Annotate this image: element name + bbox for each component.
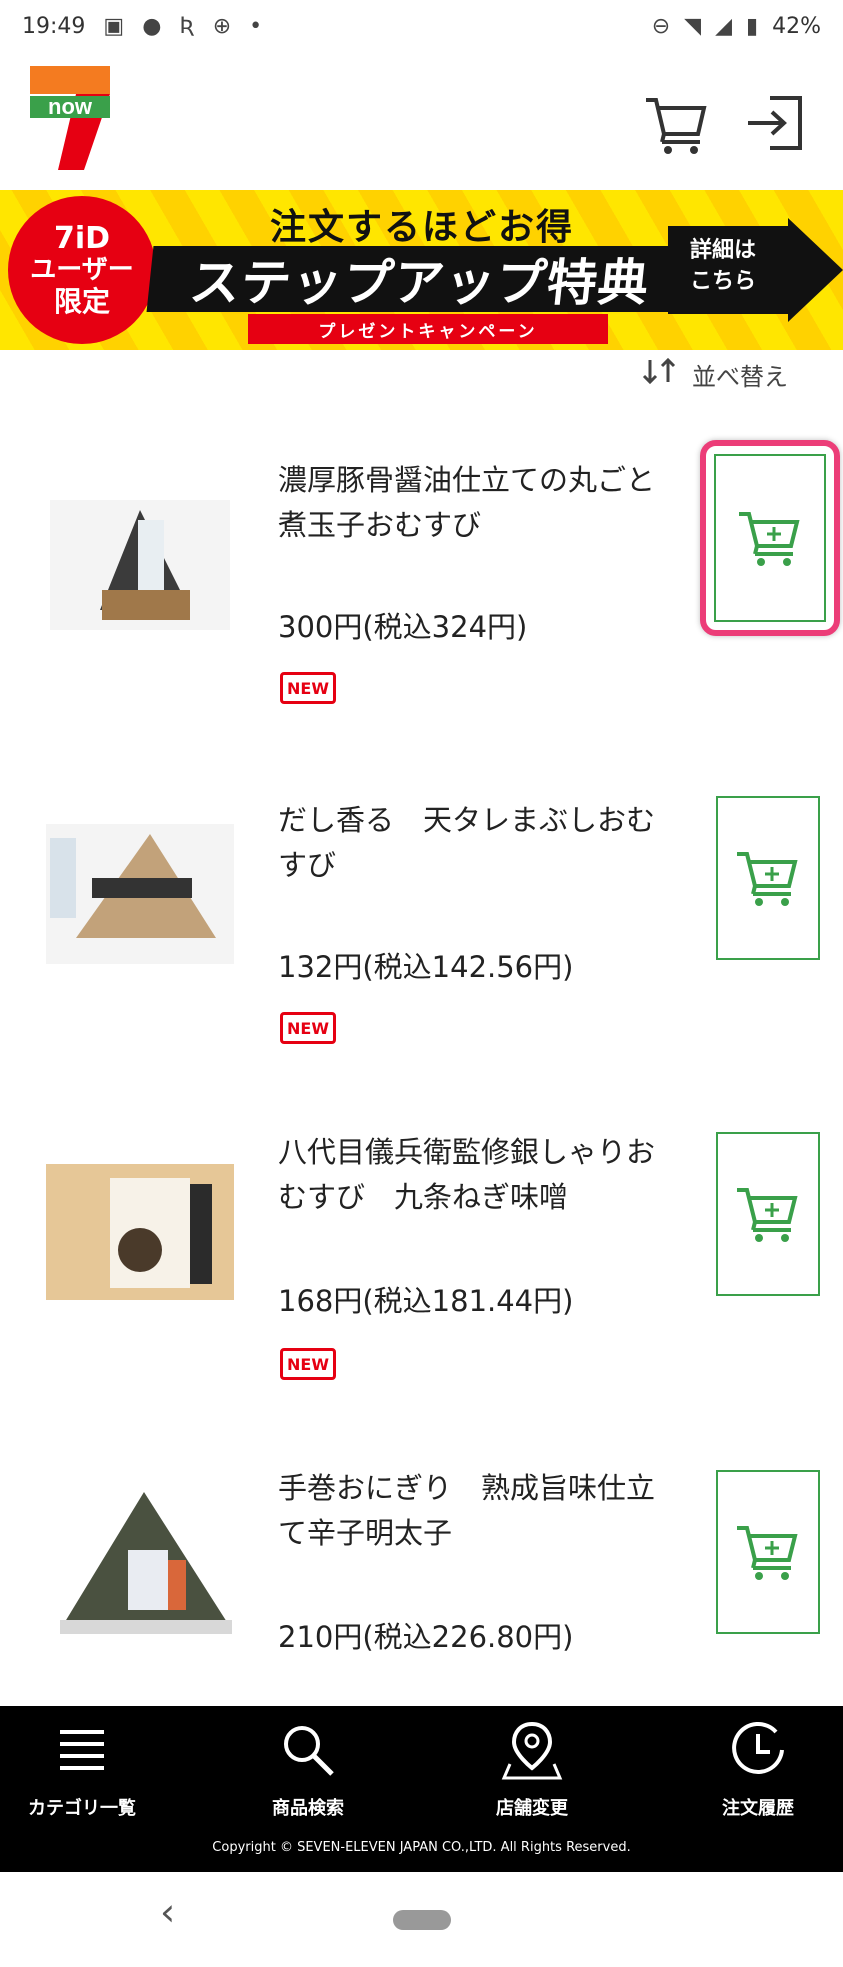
product-price: 168円(税込181.44円) — [278, 1284, 574, 1318]
status-left: 19:49 ▣ ● Ʀ ⊕ • — [22, 14, 262, 39]
sort-label: 並べ替え — [692, 362, 788, 391]
product-name: 八代目儀兵衛監修銀しゃりおむすび 九条ねぎ味噌 — [278, 1135, 656, 1214]
banner-cta-text: 詳細は こちら — [690, 236, 756, 298]
campaign-banner[interactable]: 7iD ユーザー 限定 注文するほどお得 ステップアップ特典 プレゼントキャンペ… — [0, 190, 843, 350]
nav-store-change[interactable]: 店舗変更 — [442, 1718, 622, 1828]
banner-badge-line2: ユーザー — [30, 255, 134, 286]
seven-now-logo[interactable]: now — [30, 66, 110, 170]
map-pin-icon — [501, 1721, 563, 1780]
product-image — [40, 480, 240, 650]
clock-icon — [732, 1721, 784, 1774]
cart-add-icon — [737, 1188, 798, 1242]
product-price: 210円(税込226.80円) — [278, 1620, 574, 1654]
product-image — [40, 1480, 240, 1650]
product-item[interactable]: 手巻おにぎり 熟成旨味仕立て辛子明太子 210円(税込226.80円) — [0, 1430, 843, 1706]
cart-add-icon — [739, 512, 800, 566]
status-right: ⊖ ◥ ◢ ▮ 42% — [652, 14, 821, 39]
battery-level: 42% — [772, 13, 821, 39]
product-price: 132円(税込142.56円) — [278, 950, 574, 984]
product-image — [40, 808, 240, 978]
battery-icon: ▮ — [745, 13, 759, 39]
signal-icon: ◢ — [715, 13, 732, 39]
product-item[interactable]: だし香る 天タレまぶしおむすび 132円(税込142.56円) NEW — [0, 758, 843, 1096]
sort-button[interactable]: 並べ替え — [640, 354, 788, 394]
cart-add-icon — [737, 852, 798, 906]
nav-label: 商品検索 — [272, 1798, 344, 1819]
nav-category-list[interactable]: カテゴリ一覧 — [0, 1718, 172, 1828]
dot-icon: • — [249, 13, 263, 39]
banner-title: ステップアップ特典 — [146, 246, 694, 312]
dnd-icon: ⊖ — [651, 13, 671, 39]
new-badge: NEW — [280, 672, 336, 704]
product-name: だし香る 天タレまぶしおむすび — [278, 803, 656, 882]
product-price: 300円(税込324円) — [278, 610, 528, 644]
status-bar: 19:49 ▣ ● Ʀ ⊕ • ⊖ ◥ ◢ ▮ 42% — [0, 0, 843, 52]
product-image — [40, 1144, 240, 1314]
cart-icon[interactable] — [642, 90, 708, 156]
line-icon: ● — [142, 13, 162, 39]
add-to-cart-inner — [714, 454, 826, 622]
home-pill[interactable] — [393, 1910, 451, 1930]
product-name: 手巻おにぎり 熟成旨味仕立て辛子明太子 — [278, 1471, 656, 1550]
nav-order-history[interactable]: 注文履歴 — [668, 1718, 843, 1828]
product-item[interactable]: 濃厚豚骨醤油仕立ての丸ごと煮玉子おむすび 300円(税込324円) NEW — [0, 420, 843, 758]
banner-badge-line1: 7iD — [53, 220, 111, 256]
banner-ribbon: プレゼントキャンペーン — [248, 314, 608, 344]
login-icon[interactable] — [742, 90, 808, 156]
add-to-cart-button[interactable] — [716, 1132, 820, 1296]
nav-product-search[interactable]: 商品検索 — [218, 1718, 398, 1828]
add-to-cart-button[interactable] — [716, 796, 820, 960]
banner-cta-line1: 詳細は — [690, 238, 757, 263]
wifi-icon: ◥ — [684, 13, 702, 39]
cart-add-icon — [737, 1526, 798, 1580]
banner-badge-line3: 限定 — [53, 285, 110, 319]
copyright: Copyright © SEVEN-ELEVEN JAPAN CO.,LTD. … — [212, 1840, 631, 1855]
banner-cta-arrow[interactable]: 詳細は こちら — [668, 218, 843, 322]
product-item[interactable]: 八代目儀兵衛監修銀しゃりおむすび 九条ねぎ味噌 168円(税込181.44円) … — [0, 1094, 843, 1432]
search-icon — [284, 1726, 334, 1776]
r-icon: Ʀ — [179, 13, 195, 39]
nav-label: 注文履歴 — [722, 1798, 794, 1819]
bolt-icon: ⊕ — [212, 13, 232, 39]
logo-text: now — [48, 94, 93, 119]
banner-cta-line2: こちら — [690, 268, 757, 294]
nav-label: 店舗変更 — [496, 1798, 568, 1819]
app-header: now — [0, 52, 843, 190]
sort-icon — [640, 356, 680, 392]
add-to-cart-button[interactable] — [700, 440, 840, 636]
back-icon[interactable]: ‹ — [160, 1890, 175, 1934]
banner-badge: 7iD ユーザー 限定 — [8, 196, 156, 344]
image-icon: ▣ — [103, 13, 125, 39]
bottom-nav: カテゴリ一覧 商品検索 店舗変更 注文履歴 Copyright © SEVEN-… — [0, 1706, 843, 1872]
status-time: 19:49 — [22, 13, 86, 39]
system-nav-bar: ‹ — [0, 1872, 843, 1967]
nav-label: カテゴリ一覧 — [28, 1798, 136, 1819]
add-to-cart-button[interactable] — [716, 1470, 820, 1634]
new-badge: NEW — [280, 1348, 336, 1380]
menu-icon — [60, 1730, 104, 1770]
logo-mark: now — [30, 66, 110, 170]
product-name: 濃厚豚骨醤油仕立ての丸ごと煮玉子おむすび — [278, 463, 656, 542]
new-badge: NEW — [280, 1012, 336, 1044]
